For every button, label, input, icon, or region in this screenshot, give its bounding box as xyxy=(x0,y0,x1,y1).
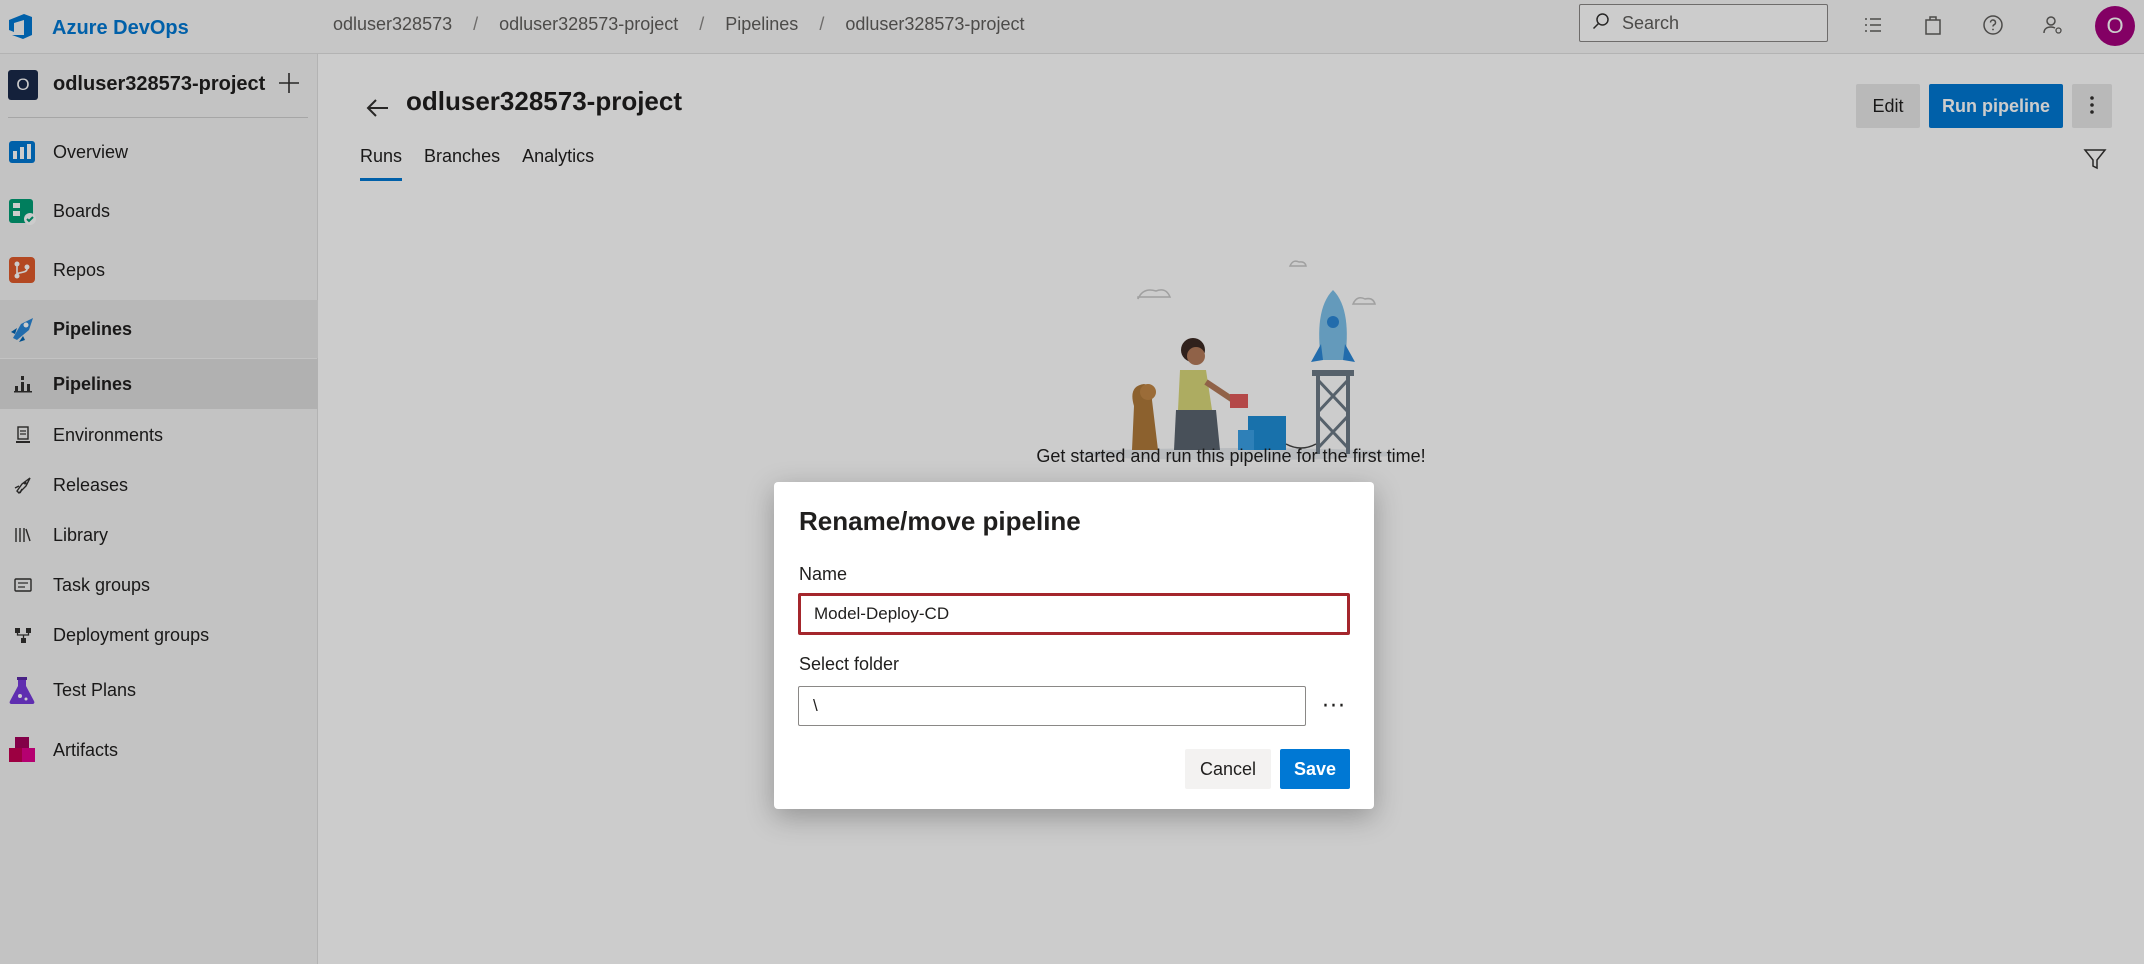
name-label: Name xyxy=(799,564,848,584)
folder-label: Select folder xyxy=(799,654,900,674)
save-button[interactable]: Save xyxy=(1280,749,1350,789)
cancel-button[interactable]: Cancel xyxy=(1185,749,1271,789)
dialog-title: Rename/move pipeline xyxy=(799,506,1081,536)
folder-path-input[interactable] xyxy=(798,686,1306,726)
browse-folder-button[interactable]: ··· xyxy=(1314,686,1354,726)
rename-move-dialog: Rename/move pipeline Name Select folder … xyxy=(774,482,1374,809)
pipeline-name-input[interactable] xyxy=(798,593,1350,635)
